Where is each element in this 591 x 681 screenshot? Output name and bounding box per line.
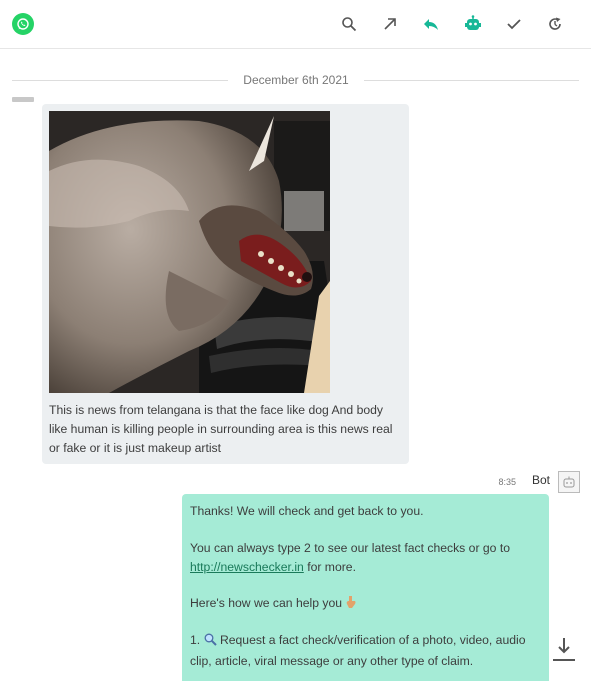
newschecker-link[interactable]: http://newschecker.in bbox=[190, 560, 304, 574]
sender-name: Bot bbox=[531, 473, 550, 487]
check-icon[interactable] bbox=[503, 13, 525, 35]
message-time: 8:35 bbox=[498, 477, 516, 487]
chat-window: December 6th 2021 This is news from tela… bbox=[0, 0, 591, 681]
reply-text: You can always type 2 to see our latest … bbox=[190, 541, 510, 555]
incoming-message: This is news from telangana is that the … bbox=[42, 104, 409, 464]
outgoing-message: Thanks! We will check and get back to yo… bbox=[182, 494, 549, 681]
bot-icon[interactable] bbox=[462, 13, 484, 35]
toolbar bbox=[0, 0, 591, 49]
date-label: December 6th 2021 bbox=[243, 73, 349, 87]
date-divider: December 6th 2021 bbox=[12, 70, 579, 90]
message-photo[interactable] bbox=[49, 111, 330, 393]
list-number: 1. bbox=[190, 633, 201, 647]
reply-icon[interactable] bbox=[420, 13, 442, 35]
reply-line-3: Here's how we can help you bbox=[190, 594, 538, 615]
search-icon[interactable] bbox=[338, 13, 360, 35]
reply-line-1: Thanks! We will check and get back to yo… bbox=[190, 504, 424, 518]
refresh-icon[interactable] bbox=[544, 13, 566, 35]
sender-avatar bbox=[12, 97, 34, 102]
open-external-icon[interactable] bbox=[379, 13, 401, 35]
bot-avatar bbox=[558, 471, 580, 493]
whatsapp-icon[interactable] bbox=[12, 13, 34, 35]
reply-text: Request a fact check/verification of a p… bbox=[190, 633, 526, 668]
reply-meta: 8:35 Bot bbox=[460, 471, 580, 493]
pointing-down-hand-icon bbox=[345, 595, 357, 615]
reply-line-4: 1. Request a fact check/verification of … bbox=[190, 631, 538, 671]
reply-text: for more. bbox=[303, 560, 356, 574]
divider-line bbox=[12, 80, 228, 81]
reply-text: Here's how we can help you bbox=[190, 596, 343, 610]
reply-line-2: You can always type 2 to see our latest … bbox=[190, 539, 538, 577]
magnifier-icon bbox=[204, 633, 217, 652]
divider-line bbox=[364, 80, 579, 81]
message-text: This is news from telangana is that the … bbox=[49, 403, 393, 455]
download-icon[interactable] bbox=[552, 636, 576, 662]
